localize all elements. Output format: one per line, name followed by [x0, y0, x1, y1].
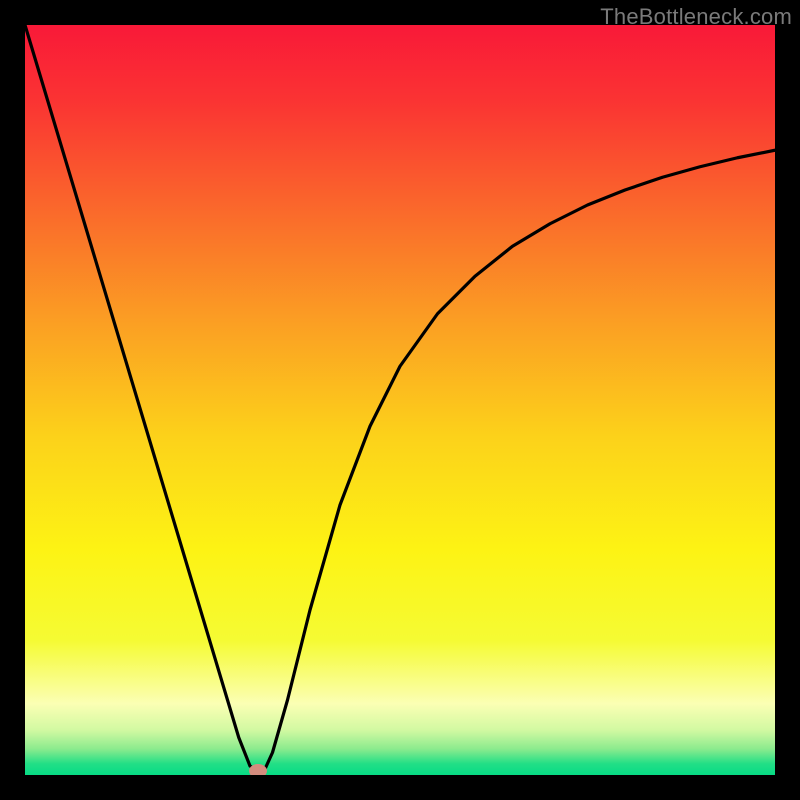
bottleneck-chart: TheBottleneck.com	[0, 0, 800, 800]
watermark-text: TheBottleneck.com	[600, 4, 792, 30]
minimum-marker	[249, 764, 267, 776]
plot-area	[25, 25, 775, 775]
bottleneck-curve	[25, 25, 775, 775]
